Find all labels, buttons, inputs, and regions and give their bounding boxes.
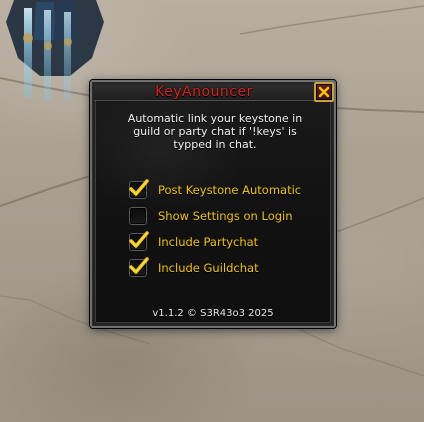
close-icon bbox=[317, 85, 331, 99]
option-post-keystone-automatic[interactable]: Post Keystone Automatic bbox=[128, 177, 328, 203]
window-titlebar[interactable]: KeyAnouncer bbox=[94, 84, 314, 101]
keyanouncer-settings-window: KeyAnouncer Automatic link your keystone… bbox=[90, 80, 336, 328]
checkbox[interactable] bbox=[128, 179, 150, 200]
version-footer: v1.1.2 © S3R43o3 2025 bbox=[152, 308, 274, 319]
checkmark-icon bbox=[129, 179, 149, 196]
option-include-partychat[interactable]: Include Partychat bbox=[128, 229, 328, 255]
description-text: Automatic link your keystone in guild or… bbox=[127, 112, 303, 151]
checkbox[interactable] bbox=[128, 257, 150, 278]
checkmark-icon bbox=[129, 231, 149, 248]
option-include-guildchat[interactable]: Include Guildchat bbox=[128, 255, 328, 281]
option-label: Include Partychat bbox=[158, 235, 259, 249]
window-title: KeyAnouncer bbox=[155, 84, 253, 100]
option-label: Show Settings on Login bbox=[158, 209, 293, 223]
checkbox[interactable] bbox=[128, 231, 150, 252]
close-button[interactable] bbox=[314, 82, 334, 102]
option-label: Post Keystone Automatic bbox=[158, 183, 302, 197]
checkmark-icon bbox=[129, 257, 149, 274]
checkbox-box bbox=[129, 207, 147, 225]
checkbox[interactable] bbox=[128, 206, 150, 226]
settings-options: Post Keystone Automatic Show Settings on… bbox=[128, 177, 328, 281]
option-show-settings-on-login[interactable]: Show Settings on Login bbox=[128, 203, 328, 229]
option-label: Include Guildchat bbox=[158, 261, 259, 275]
